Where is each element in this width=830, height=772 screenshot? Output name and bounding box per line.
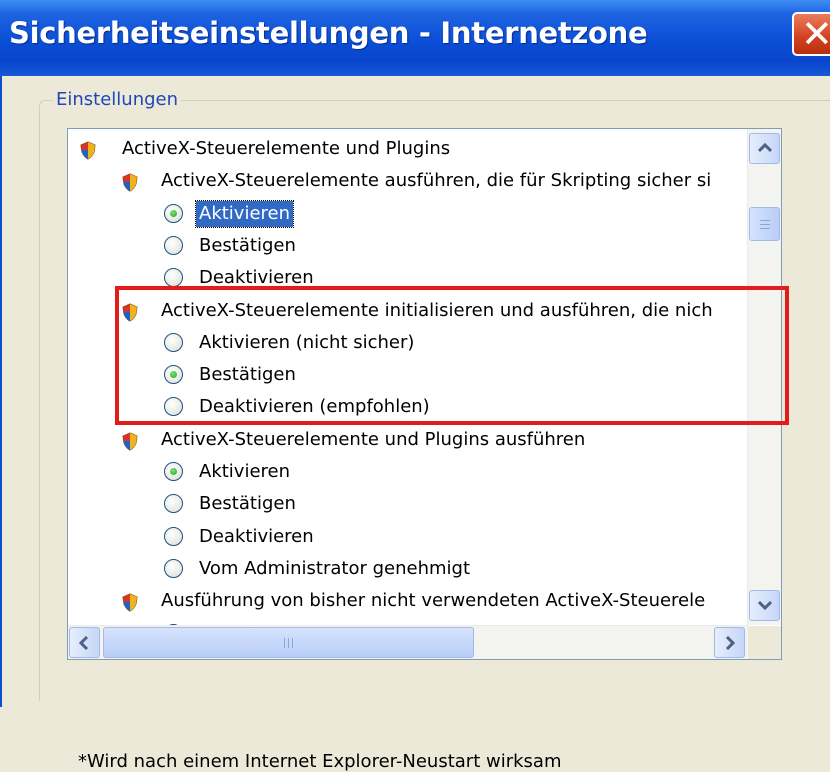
chevron-right-icon [725,636,735,650]
scroll-right-button[interactable] [714,627,745,658]
security-shield-icon [122,431,138,451]
radio-option[interactable]: Deaktivieren [68,522,748,552]
tree-category-activex[interactable]: ActiveX-Steuerelemente und Plugins [68,134,748,164]
scroll-left-button[interactable] [69,627,100,658]
tree-setting-header[interactable]: ActiveX-Steuerelemente ausführen, die fü… [68,166,748,196]
radio-button[interactable] [164,494,183,514]
scroll-down-button[interactable] [749,590,780,621]
setting-title: Ausführung von bisher nicht verwendeten … [161,590,706,612]
horizontal-scroll-thumb[interactable] [103,627,474,658]
window-title: Sicherheitseinstellungen - Internetzone [9,16,648,50]
radio-option[interactable]: Aktivieren [68,457,748,487]
tree-setting-header[interactable]: ActiveX-Steuerelemente und Plugins ausfü… [68,425,748,455]
option-label: Bestätigen [199,234,296,256]
radio-button-checked[interactable] [164,462,183,481]
radio-option[interactable]: Bestätigen [68,231,748,261]
chevron-down-icon [758,600,772,610]
title-bar[interactable]: Sicherheitseinstellungen - Internetzone … [0,0,830,76]
setting-title: ActiveX-Steuerelemente ausführen, die fü… [161,170,712,192]
option-label: Aktivieren [194,199,295,228]
scroll-up-button[interactable] [749,133,780,164]
close-button[interactable]: ✕ [792,12,830,56]
security-shield-icon [122,172,138,192]
security-shield-icon [122,592,138,612]
chevron-up-icon [758,143,772,153]
close-icon: ✕ [801,12,830,56]
option-label: Bestätigen [199,493,296,515]
category-label: ActiveX-Steuerelemente und Plugins [122,138,451,159]
radio-button[interactable] [164,558,183,578]
vertical-scroll-thumb[interactable] [749,207,780,241]
option-label: Deaktivieren [199,525,314,547]
highlight-box [115,286,789,425]
radio-button[interactable] [164,268,183,288]
radio-button[interactable] [164,235,183,255]
radio-button[interactable] [164,526,183,546]
radio-button-checked[interactable] [164,203,183,223]
scrollbar-corner [748,626,781,659]
restart-note: *Wird nach einem Internet Explorer-Neust… [78,751,562,772]
tree-setting-header[interactable]: Ausführung von bisher nicht verwendeten … [68,586,748,616]
security-shield-icon [80,140,96,160]
option-label: Aktivieren [199,461,291,482]
radio-option[interactable]: Bestätigen [68,489,748,519]
horizontal-scrollbar[interactable] [68,625,748,659]
radio-option[interactable]: Aktivieren [68,199,748,229]
chevron-left-icon [79,636,89,650]
setting-title: ActiveX-Steuerelemente und Plugins ausfü… [161,428,586,450]
groupbox-label: Einstellungen [53,89,182,110]
radio-option[interactable]: Vom Administrator genehmigt [68,554,748,584]
option-label: Vom Administrator genehmigt [199,557,471,579]
